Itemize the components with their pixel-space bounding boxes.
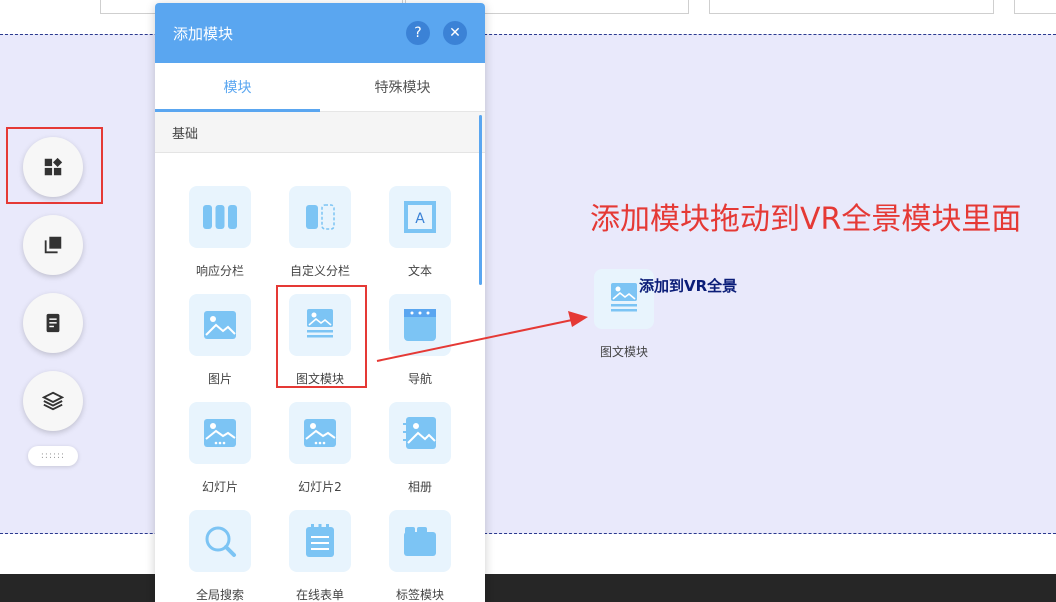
close-icon[interactable]: ✕ <box>443 21 467 45</box>
copy-button[interactable] <box>23 215 83 275</box>
layers-icon <box>42 391 64 411</box>
tab-modules[interactable]: 模块 <box>155 63 320 112</box>
image-text-module-highlight <box>276 285 367 388</box>
copy-icon <box>44 236 62 254</box>
module-text[interactable]: A 文本 <box>375 186 465 279</box>
panel-tabs: 模块 特殊模块 <box>155 63 485 112</box>
module-image[interactable]: 图片 <box>175 294 265 387</box>
layers-button[interactable] <box>23 371 83 431</box>
drop-hint: 添加到VR全景 <box>639 277 738 295</box>
tabs-module-icon <box>404 527 436 556</box>
tab-special-modules[interactable]: 特殊模块 <box>320 63 485 111</box>
image-icon <box>204 311 236 339</box>
section-basic: 基础 <box>155 112 485 153</box>
album-icon <box>403 417 436 449</box>
module-form[interactable]: 在线表单 <box>275 510 365 602</box>
columns-icon <box>203 205 237 229</box>
page-icon <box>46 313 60 333</box>
module-custom-columns[interactable]: 自定义分栏 <box>275 186 365 279</box>
panel-title: 添加模块 <box>173 24 234 43</box>
panel-header: 添加模块 ? ✕ <box>155 3 485 63</box>
module-tabs[interactable]: 标签模块 <box>375 510 465 602</box>
form-icon <box>306 524 334 557</box>
module-nav[interactable]: 导航 <box>375 294 465 387</box>
toolbar-highlight <box>6 127 103 204</box>
module-slideshow[interactable]: 幻灯片 <box>175 402 265 495</box>
page-button[interactable] <box>23 293 83 353</box>
module-album[interactable]: 相册 <box>375 402 465 495</box>
question-icon[interactable]: ? <box>406 21 430 45</box>
top-placeholder-4 <box>1014 0 1056 14</box>
slideshow-icon <box>204 419 236 447</box>
panel-scrollbar[interactable] <box>479 115 482 285</box>
slideshow2-icon <box>304 419 336 447</box>
dragged-module-label: 图文模块 <box>599 345 648 359</box>
custom-columns-icon <box>306 204 335 230</box>
module-slideshow2[interactable]: 幻灯片2 <box>275 402 365 495</box>
instruction-annotation: 添加模块拖动到VR全景模块里面 <box>590 202 1022 237</box>
toolbar-drag-handle[interactable]: :::::: <box>28 446 78 466</box>
search-icon <box>205 526 236 557</box>
top-placeholder-3 <box>709 0 994 14</box>
text-icon: A <box>404 201 436 233</box>
module-search[interactable]: 全局搜索 <box>175 510 265 602</box>
module-columns[interactable]: 响应分栏 <box>175 186 265 279</box>
nav-icon <box>404 309 436 341</box>
svg-text:A: A <box>415 211 425 227</box>
